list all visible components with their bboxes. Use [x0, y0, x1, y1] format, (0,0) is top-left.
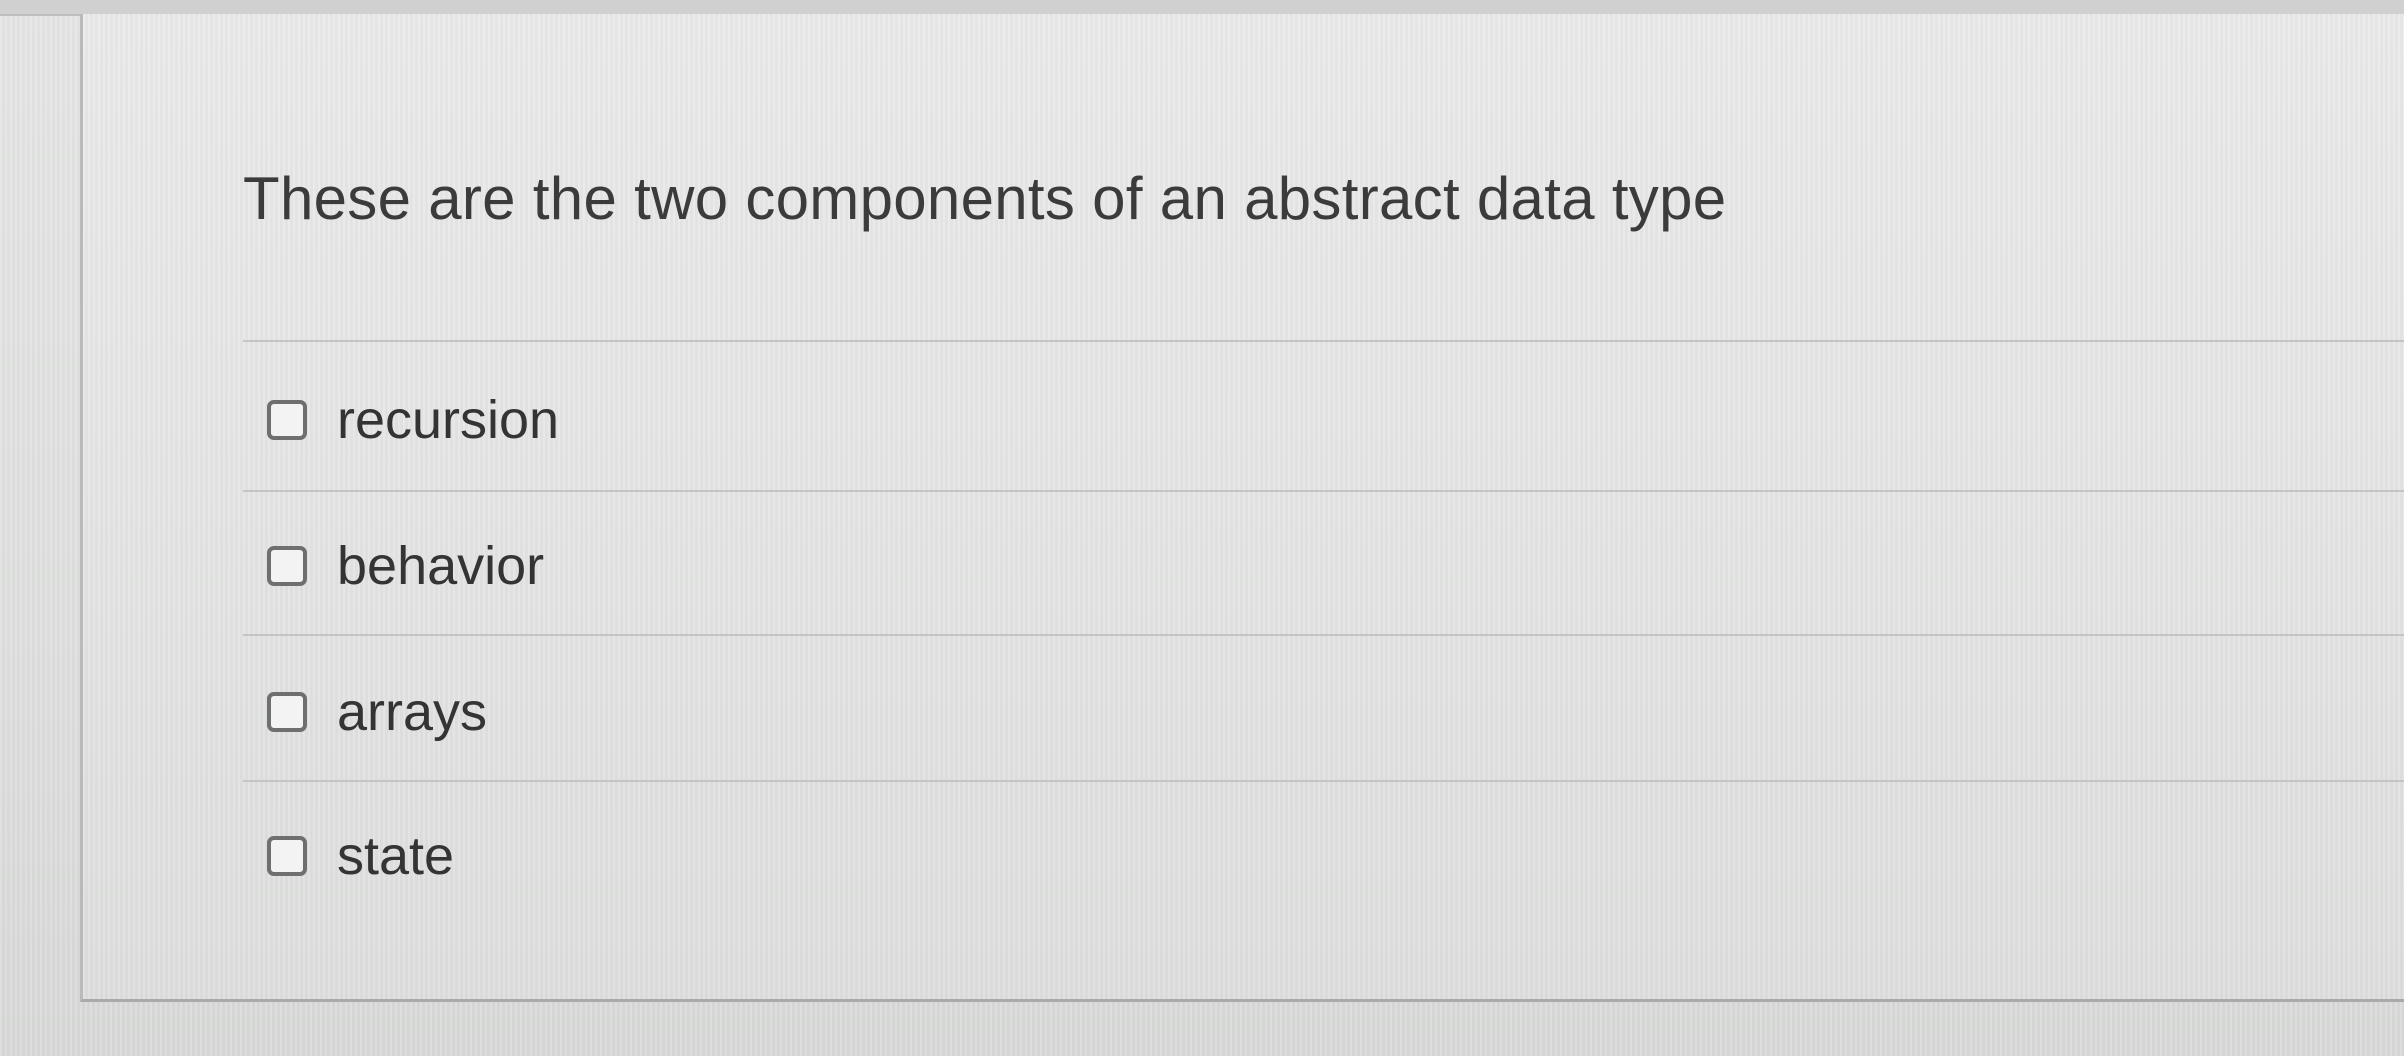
option-divider [243, 634, 2404, 636]
answer-option-recursion[interactable]: recursion [267, 390, 559, 450]
answer-checkbox-recursion[interactable] [267, 400, 307, 440]
question-text: These are the two components of an abstr… [243, 165, 1727, 232]
answer-checkbox-arrays[interactable] [267, 692, 307, 732]
question-divider [243, 340, 2404, 342]
question-card: These are the two components of an abstr… [80, 14, 2404, 1002]
answer-option-state[interactable]: state [267, 826, 454, 886]
answer-label-state: state [337, 826, 455, 886]
answer-label-recursion: recursion [337, 390, 560, 450]
answer-checkbox-behavior[interactable] [267, 546, 307, 586]
answer-label-arrays: arrays [337, 682, 488, 742]
answer-option-arrays[interactable]: arrays [267, 682, 487, 742]
answer-checkbox-state[interactable] [267, 836, 307, 876]
answer-option-behavior[interactable]: behavior [267, 536, 544, 596]
option-divider [243, 780, 2404, 782]
option-divider [243, 490, 2404, 492]
answer-label-behavior: behavior [337, 536, 545, 596]
